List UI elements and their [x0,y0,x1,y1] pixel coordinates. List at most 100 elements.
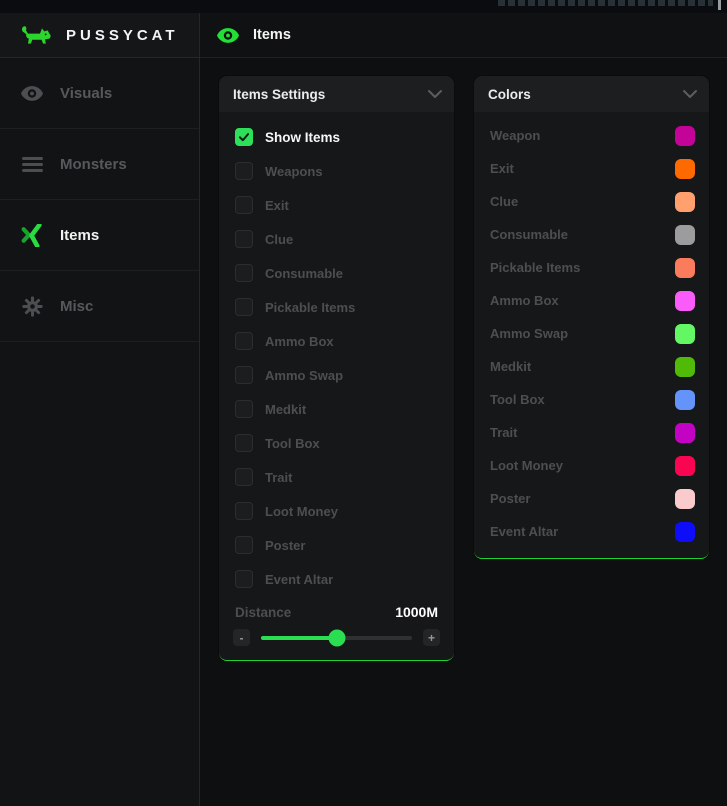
sidebar-item-label: Visuals [60,85,112,102]
checkbox[interactable] [235,468,253,486]
checkbox-row-clue[interactable]: Clue [219,222,454,256]
color-label: Ammo Box [490,293,559,308]
color-row-ammo-swap[interactable]: Ammo Swap [474,317,709,350]
checkbox-row-event-altar[interactable]: Event Altar [219,562,454,596]
checkbox[interactable] [235,298,253,316]
checkbox[interactable] [235,434,253,452]
items-settings-header[interactable]: Items Settings [219,76,454,112]
colors-panel: Colors Weapon Exit Clue Consumable [474,76,709,559]
checkbox[interactable] [235,162,253,180]
color-label: Ammo Swap [490,326,568,341]
colors-header[interactable]: Colors [474,76,709,112]
color-swatch[interactable] [675,522,695,542]
color-row-tool-box[interactable]: Tool Box [474,383,709,416]
color-label: Trait [490,425,517,440]
sidebar-item-monsters[interactable]: Monsters [0,129,199,200]
color-swatch[interactable] [675,258,695,278]
color-swatch[interactable] [675,324,695,344]
checkbox-row-show-items[interactable]: Show Items [219,120,454,154]
distance-slider-track[interactable] [261,636,412,640]
sidebar-item-items[interactable]: Items [0,200,199,271]
eye-icon [216,23,240,47]
sidebar-item-misc[interactable]: Misc [0,271,199,342]
color-swatch[interactable] [675,291,695,311]
color-swatch[interactable] [675,423,695,443]
checkbox-label: Ammo Swap [265,368,343,383]
color-swatch[interactable] [675,192,695,212]
checkbox[interactable] [235,264,253,282]
chevron-down-icon [428,87,442,101]
checkbox-label: Poster [265,538,305,553]
checkbox-row-ammo-swap[interactable]: Ammo Swap [219,358,454,392]
checkbox-row-pickable-items[interactable]: Pickable Items [219,290,454,324]
color-row-poster[interactable]: Poster [474,482,709,515]
checkbox-label: Weapons [265,164,323,179]
color-swatch[interactable] [675,489,695,509]
color-row-consumable[interactable]: Consumable [474,218,709,251]
checkbox-row-medkit[interactable]: Medkit [219,392,454,426]
checkbox[interactable] [235,230,253,248]
checkbox[interactable] [235,400,253,418]
color-label: Loot Money [490,458,563,473]
checkbox-row-tool-box[interactable]: Tool Box [219,426,454,460]
color-swatch[interactable] [675,126,695,146]
color-row-weapon[interactable]: Weapon [474,119,709,152]
checkbox-label: Clue [265,232,293,247]
color-row-exit[interactable]: Exit [474,152,709,185]
checkbox[interactable] [235,366,253,384]
color-row-medkit[interactable]: Medkit [474,350,709,383]
checkbox[interactable] [235,196,253,214]
color-row-ammo-box[interactable]: Ammo Box [474,284,709,317]
checkbox-label: Tool Box [265,436,320,451]
color-label: Consumable [490,227,568,242]
checkbox-row-poster[interactable]: Poster [219,528,454,562]
slider-increase-button[interactable]: + [423,629,440,646]
xing-icon [20,223,44,247]
color-row-trait[interactable]: Trait [474,416,709,449]
color-swatch[interactable] [675,225,695,245]
slider-decrease-button[interactable]: - [233,629,250,646]
distance-slider-fill [261,636,337,640]
checkbox[interactable] [235,570,253,588]
color-label: Weapon [490,128,540,143]
color-label: Pickable Items [490,260,580,275]
color-row-loot-money[interactable]: Loot Money [474,449,709,482]
checkbox-row-weapons[interactable]: Weapons [219,154,454,188]
checkbox-label: Trait [265,470,292,485]
brand-bar: PUSSYCAT [0,13,200,58]
checkbox-label: Exit [265,198,289,213]
distance-slider-thumb[interactable] [328,629,345,646]
color-row-clue[interactable]: Clue [474,185,709,218]
color-row-pickable-items[interactable]: Pickable Items [474,251,709,284]
color-swatch[interactable] [675,357,695,377]
color-swatch[interactable] [675,159,695,179]
color-label: Poster [490,491,530,506]
cat-logo-icon [20,21,52,49]
color-row-event-altar[interactable]: Event Altar [474,515,709,548]
checkbox-row-exit[interactable]: Exit [219,188,454,222]
top-strip [0,0,727,13]
color-swatch[interactable] [675,390,695,410]
checkbox-row-ammo-box[interactable]: Ammo Box [219,324,454,358]
chevron-down-icon [683,87,697,101]
color-label: Medkit [490,359,531,374]
gear-icon [20,294,44,318]
color-label: Event Altar [490,524,558,539]
color-swatch[interactable] [675,456,695,476]
checkbox-label: Pickable Items [265,300,355,315]
checkbox[interactable] [235,502,253,520]
checkbox-label: Consumable [265,266,343,281]
sidebar-item-visuals[interactable]: Visuals [0,58,199,129]
page-title: Items [253,27,291,43]
checkbox-row-consumable[interactable]: Consumable [219,256,454,290]
checkbox-checked[interactable] [235,128,253,146]
checkbox[interactable] [235,332,253,350]
checkbox[interactable] [235,536,253,554]
checkbox-row-loot-money[interactable]: Loot Money [219,494,454,528]
color-label: Tool Box [490,392,545,407]
page-header: Items [200,13,727,58]
checkbox-row-trait[interactable]: Trait [219,460,454,494]
checkbox-label: Event Altar [265,572,333,587]
sidebar: Visuals Monsters Items [0,58,200,806]
cropped-watermark-glyph [718,0,721,10]
